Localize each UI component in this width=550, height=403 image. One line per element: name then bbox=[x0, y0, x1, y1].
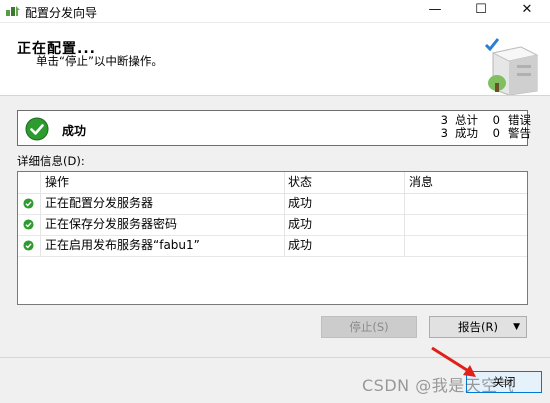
label-column-2: 错误 警告 bbox=[508, 114, 536, 140]
row-message bbox=[405, 193, 527, 214]
success-check-icon bbox=[23, 240, 34, 251]
dropdown-arrow-icon: ▼ bbox=[513, 322, 520, 332]
title-bar: 配置分发向导 — ☐ ✕ bbox=[0, 0, 550, 23]
warning-count: 0 bbox=[492, 126, 500, 140]
row-action: 正在启用发布服务器“fabu1” bbox=[45, 238, 200, 252]
row-status: 成功 bbox=[288, 238, 313, 252]
success-count: 3 bbox=[440, 126, 448, 140]
count-column-1: 3 3 bbox=[434, 114, 448, 140]
watermark: CSDN @我是天空气 bbox=[362, 376, 515, 395]
label-column-1: 总计 成功 bbox=[455, 114, 483, 140]
success-check-icon bbox=[23, 198, 34, 209]
row-status: 成功 bbox=[288, 217, 313, 231]
wizard-app-icon bbox=[6, 6, 20, 16]
table-header: 操作 状态 消息 bbox=[18, 172, 527, 194]
table-row[interactable]: 正在配置分发服务器 成功 bbox=[18, 193, 527, 215]
window-title: 配置分发向导 bbox=[25, 6, 98, 20]
table-row[interactable]: 正在启用发布服务器“fabu1” 成功 bbox=[18, 235, 527, 257]
details-label: 详细信息(D): bbox=[17, 154, 85, 168]
minimize-button[interactable]: — bbox=[412, 0, 458, 22]
column-header-icon[interactable] bbox=[18, 172, 39, 193]
status-panel: 成功 3 3 总计 成功 0 0 错误 警告 bbox=[17, 110, 531, 146]
maximize-button[interactable]: ☐ bbox=[458, 0, 504, 22]
column-header-message[interactable]: 消息 bbox=[405, 172, 527, 193]
row-message bbox=[405, 214, 527, 235]
column-header-action[interactable]: 操作 bbox=[41, 172, 288, 193]
status-text: 成功 bbox=[62, 124, 87, 138]
page-subtitle: 单击“停止”以中断操作。 bbox=[36, 54, 163, 68]
success-check-icon bbox=[23, 219, 34, 230]
row-action: 正在保存分发服务器密码 bbox=[45, 217, 178, 231]
report-button-label: 报告(R) bbox=[458, 320, 498, 334]
table-row[interactable]: 正在保存分发服务器密码 成功 bbox=[18, 214, 527, 236]
details-table[interactable]: 操作 状态 消息 正在配置分发服务器 成功 正在保存分发服务器密码 成功 正在启… bbox=[17, 171, 528, 305]
success-check-icon bbox=[25, 117, 49, 141]
row-action: 正在配置分发服务器 bbox=[45, 196, 154, 210]
wizard-header: 正在配置... 单击“停止”以中断操作。 bbox=[0, 23, 550, 96]
count-column-2: 0 0 bbox=[488, 114, 500, 140]
stop-button[interactable]: 停止(S) bbox=[321, 316, 417, 338]
column-header-status[interactable]: 状态 bbox=[284, 172, 408, 193]
row-message bbox=[405, 235, 527, 256]
report-button[interactable]: 报告(R) ▼ bbox=[429, 316, 527, 338]
server-wizard-icon bbox=[484, 38, 539, 95]
warning-label: 警告 bbox=[508, 126, 531, 140]
success-label: 成功 bbox=[455, 126, 478, 140]
close-window-button[interactable]: ✕ bbox=[504, 0, 550, 22]
row-status: 成功 bbox=[288, 196, 313, 210]
